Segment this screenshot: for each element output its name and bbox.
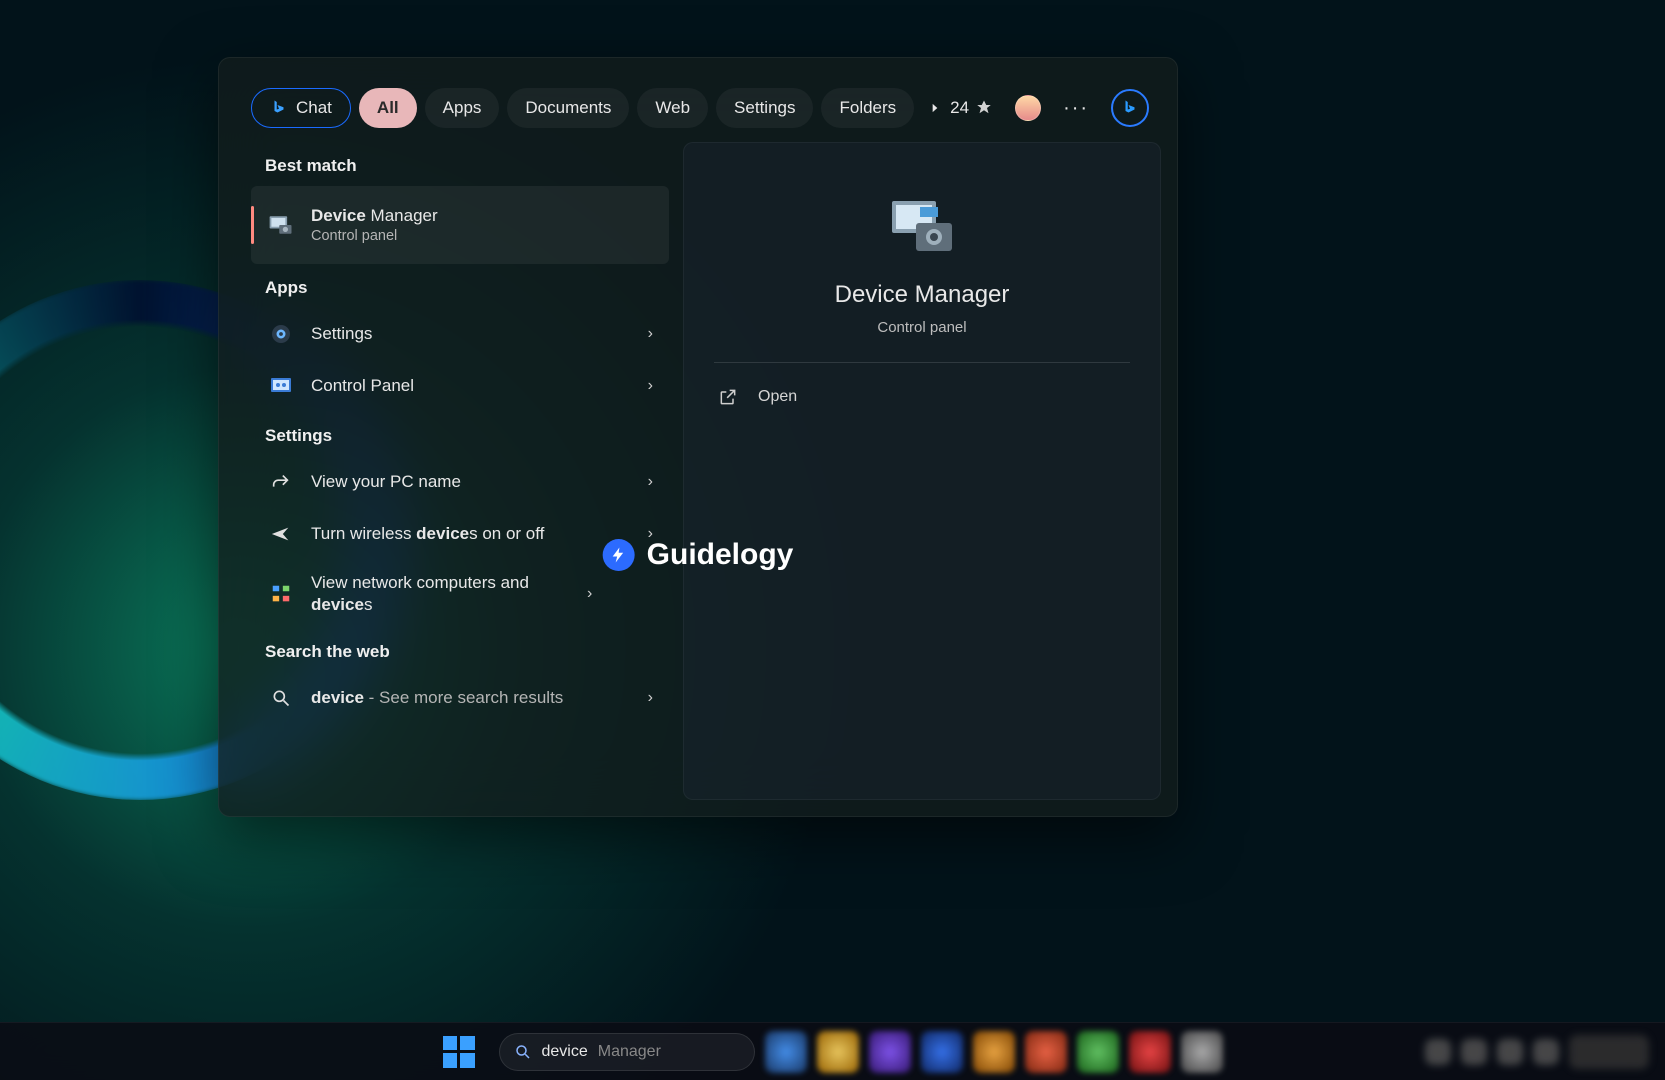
- tab-web[interactable]: Web: [637, 88, 708, 128]
- result-settings-label: Settings: [311, 324, 372, 343]
- network-post: s: [364, 595, 373, 614]
- network-icon: [267, 580, 295, 608]
- tab-apps-label: Apps: [443, 98, 482, 118]
- wireless-post: s on or off: [469, 524, 544, 543]
- chevron-right-icon: ›: [648, 689, 653, 707]
- wireless-pre: Turn wireless: [311, 524, 416, 543]
- chevron-right-icon: ›: [648, 473, 653, 491]
- start-button[interactable]: [443, 1036, 475, 1068]
- taskbar-search-suggest: Manager: [598, 1043, 661, 1061]
- result-settings-app[interactable]: Settings ›: [251, 308, 669, 360]
- taskbar-app-2[interactable]: [817, 1031, 859, 1073]
- divider: [714, 362, 1130, 363]
- result-device-manager[interactable]: Device Manager Control panel: [251, 186, 669, 264]
- user-avatar[interactable]: [1015, 95, 1041, 121]
- tab-chat-label: Chat: [296, 98, 332, 118]
- rewards-count: 24: [950, 98, 969, 118]
- result-view-pc-name[interactable]: View your PC name ›: [251, 456, 669, 508]
- result-control-panel[interactable]: Control Panel ›: [251, 360, 669, 412]
- search-icon: [514, 1043, 532, 1061]
- overflow-chevron-icon[interactable]: [928, 101, 942, 115]
- detail-hero-icon: [886, 197, 958, 259]
- detail-title: Device Manager: [835, 281, 1010, 309]
- taskbar-search-typed: device: [542, 1043, 588, 1061]
- result-web-search[interactable]: device - See more search results ›: [251, 672, 669, 724]
- taskbar-app-3[interactable]: [869, 1031, 911, 1073]
- tab-folders[interactable]: Folders: [821, 88, 914, 128]
- section-apps: Apps: [251, 264, 669, 308]
- detail-pane: Device Manager Control panel Open Guidel…: [683, 142, 1161, 800]
- results-column: Best match Device Manager Control panel …: [235, 142, 669, 800]
- gear-icon: [267, 320, 295, 348]
- best-match-subtitle: Control panel: [311, 227, 653, 246]
- chevron-right-icon: ›: [648, 377, 653, 395]
- tab-all-label: All: [377, 98, 399, 118]
- section-settings: Settings: [251, 412, 669, 456]
- network-pre: View network computers and: [311, 573, 529, 592]
- bing-icon: [270, 99, 288, 117]
- wireless-hl: device: [416, 524, 469, 543]
- result-pc-name-label: View your PC name: [311, 472, 461, 491]
- airplane-icon: [267, 520, 295, 548]
- taskbar-app-8[interactable]: [1129, 1031, 1171, 1073]
- share-icon: [267, 468, 295, 496]
- rewards-icon: [975, 99, 993, 117]
- device-manager-icon: [267, 211, 295, 239]
- network-hl: device: [311, 595, 364, 614]
- web-rest: - See more search results: [364, 688, 563, 707]
- best-match-title-hl: Device: [311, 206, 366, 225]
- taskbar-app-1[interactable]: [765, 1031, 807, 1073]
- tab-all[interactable]: All: [359, 88, 417, 128]
- detail-subtitle: Control panel: [877, 319, 966, 336]
- bing-button[interactable]: [1111, 89, 1149, 127]
- taskbar-system-tray[interactable]: [1425, 1035, 1649, 1069]
- taskbar-app-4[interactable]: [921, 1031, 963, 1073]
- chevron-right-icon: ›: [648, 325, 653, 343]
- taskbar-search[interactable]: device Manager: [499, 1033, 755, 1071]
- taskbar-app-6[interactable]: [1025, 1031, 1067, 1073]
- search-icon: [267, 684, 295, 712]
- result-wireless-devices[interactable]: Turn wireless devices on or off ›: [251, 508, 669, 560]
- chevron-right-icon: ›: [587, 585, 592, 603]
- taskbar-app-9[interactable]: [1181, 1031, 1223, 1073]
- web-hl: device: [311, 688, 364, 707]
- result-control-panel-label: Control Panel: [311, 376, 414, 395]
- tab-chat[interactable]: Chat: [251, 88, 351, 128]
- tab-folders-label: Folders: [839, 98, 896, 118]
- best-match-title-rest: Manager: [366, 206, 438, 225]
- rewards-points[interactable]: 24: [950, 98, 993, 118]
- more-icon[interactable]: ···: [1063, 97, 1089, 120]
- chevron-right-icon: ›: [648, 525, 653, 543]
- section-web: Search the web: [251, 628, 669, 672]
- tab-settings-label: Settings: [734, 98, 795, 118]
- action-open[interactable]: Open: [714, 375, 1130, 419]
- tab-documents[interactable]: Documents: [507, 88, 629, 128]
- action-open-label: Open: [758, 388, 797, 406]
- tab-docs-label: Documents: [525, 98, 611, 118]
- taskbar-app-5[interactable]: [973, 1031, 1015, 1073]
- tab-settings[interactable]: Settings: [716, 88, 813, 128]
- control-panel-icon: [267, 372, 295, 400]
- search-flyout: Chat All Apps Documents Web Settings Fol…: [218, 57, 1178, 817]
- result-network-devices[interactable]: View network computers and devices ›: [251, 560, 669, 628]
- taskbar: device Manager: [0, 1022, 1665, 1080]
- section-best-match: Best match: [251, 142, 669, 186]
- scope-tabs: Chat All Apps Documents Web Settings Fol…: [219, 58, 1177, 142]
- open-external-icon: [718, 387, 738, 407]
- taskbar-app-7[interactable]: [1077, 1031, 1119, 1073]
- tab-web-label: Web: [655, 98, 690, 118]
- tab-apps[interactable]: Apps: [425, 88, 500, 128]
